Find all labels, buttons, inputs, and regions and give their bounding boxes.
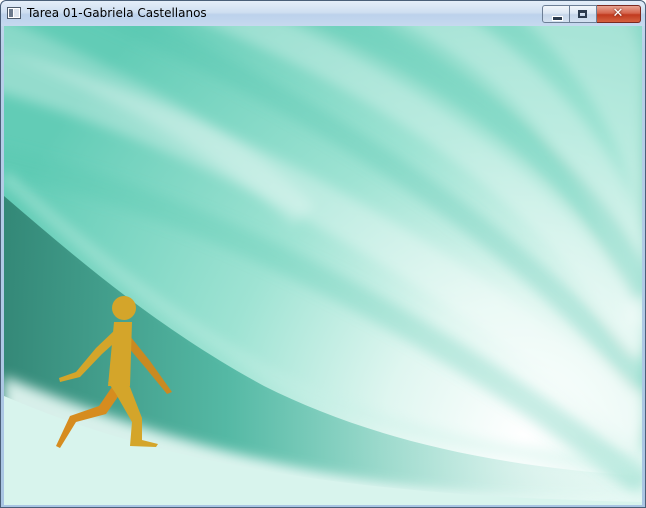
caption-buttons: ✕ — [542, 5, 641, 23]
maximize-button[interactable] — [570, 5, 597, 23]
minimize-icon — [552, 16, 563, 21]
close-icon: ✕ — [612, 6, 624, 21]
title-bar[interactable]: Tarea 01-Gabriela Castellanos ✕ — [1, 1, 645, 26]
close-button[interactable]: ✕ — [597, 5, 641, 23]
canvas-area — [4, 26, 642, 505]
minimize-button[interactable] — [542, 5, 570, 23]
app-window: Tarea 01-Gabriela Castellanos ✕ — [0, 0, 646, 508]
app-window-icon[interactable] — [7, 7, 21, 19]
swirl-background — [4, 26, 642, 505]
maximize-icon — [578, 10, 587, 18]
window-title: Tarea 01-Gabriela Castellanos — [27, 6, 207, 20]
